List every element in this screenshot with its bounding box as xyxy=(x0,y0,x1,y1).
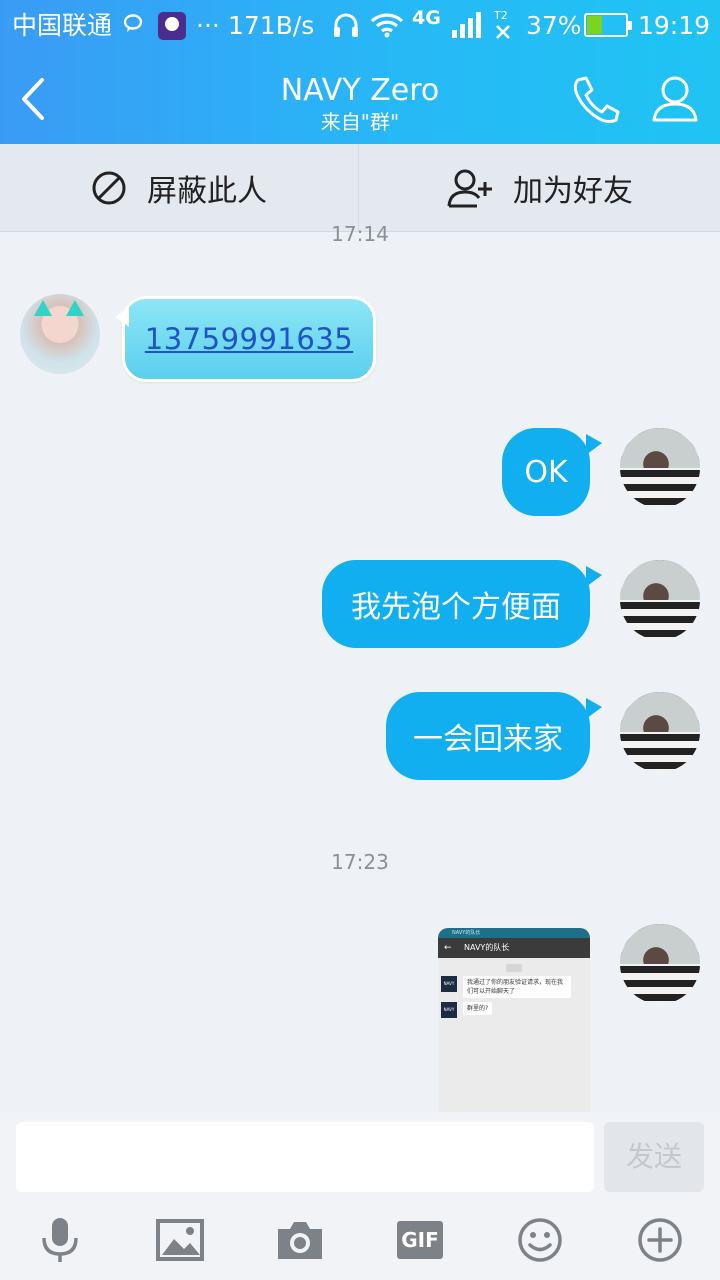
emoji-button[interactable] xyxy=(516,1216,564,1264)
headphones-icon xyxy=(332,12,360,48)
contact-avatar[interactable] xyxy=(20,294,100,374)
camera-button[interactable] xyxy=(276,1216,324,1264)
timestamp: 17:23 xyxy=(331,850,389,874)
gif-button[interactable]: GIF xyxy=(396,1216,444,1264)
my-avatar[interactable] xyxy=(620,692,700,772)
outgoing-message-bubble[interactable]: 我先泡个方便面 xyxy=(322,560,602,648)
back-chevron-icon xyxy=(22,78,44,120)
screenshot-avatar: NAVY xyxy=(441,976,457,992)
phone-number-link[interactable]: 13759991635 xyxy=(145,322,353,356)
contact-name: NAVY Zero xyxy=(280,73,440,108)
microphone-icon xyxy=(42,1218,78,1262)
screenshot-status-line: NAVY的队长 xyxy=(438,928,590,938)
no-signal-icon: T2 xyxy=(492,8,514,44)
screenshot-message-row: NAVY 我通过了你的朋友验证请求，现在我们可以开始聊天了 xyxy=(441,976,590,998)
screenshot-avatar: NAVY xyxy=(441,1002,457,1018)
gif-icon: GIF xyxy=(397,1221,443,1259)
composer: 发送 GIF xyxy=(0,1112,720,1280)
block-icon xyxy=(92,171,126,205)
outgoing-message-bubble[interactable]: 一会回来家 xyxy=(386,692,602,780)
status-bar: 中国联通 ··· 171B/s 4G T2 37% 19:19 xyxy=(0,0,720,52)
clock: 19:19 xyxy=(638,11,711,40)
call-button[interactable] xyxy=(568,74,622,124)
wifi-icon xyxy=(370,12,404,48)
screenshot-title: NAVY的队长 xyxy=(438,938,590,958)
message-text: 我先泡个方便面 xyxy=(351,590,561,625)
screenshot-time-chip xyxy=(506,964,522,972)
screenshot-message-row: NAVY 群里的? xyxy=(441,1002,590,1018)
battery-icon xyxy=(584,13,632,37)
battery-percent: 37% xyxy=(526,11,582,40)
emoji-icon xyxy=(518,1218,562,1262)
message-input[interactable] xyxy=(16,1122,594,1192)
message-text: 一会回来家 xyxy=(413,722,563,757)
svg-text:T2: T2 xyxy=(493,9,508,22)
more-button[interactable] xyxy=(636,1216,684,1264)
screenshot-message-text: 我通过了你的朋友验证请求，现在我们可以开始聊天了 xyxy=(463,976,571,998)
add-friend-icon xyxy=(447,169,492,208)
plus-icon xyxy=(638,1218,682,1262)
title-bar: NAVY Zero 来自"群" xyxy=(0,52,720,144)
my-avatar[interactable] xyxy=(620,560,700,640)
signal-icon xyxy=(448,12,482,48)
person-icon xyxy=(652,76,698,122)
contact-source: 来自"群" xyxy=(320,110,400,134)
incoming-message-bubble[interactable]: 13759991635 xyxy=(115,296,376,382)
network-speed: 171B/s xyxy=(228,11,315,40)
outgoing-message-bubble[interactable]: OK xyxy=(502,428,602,516)
voice-button[interactable] xyxy=(36,1216,84,1264)
my-avatar[interactable] xyxy=(620,428,700,508)
message-text: OK xyxy=(524,454,568,490)
top-bar: 中国联通 ··· 171B/s 4G T2 37% 19:19 NAVY Zer… xyxy=(0,0,720,144)
back-button[interactable] xyxy=(12,74,56,124)
profile-button[interactable] xyxy=(648,74,702,124)
network-type: 4G xyxy=(412,7,441,29)
image-icon xyxy=(156,1219,204,1261)
app-notification-icon xyxy=(158,12,186,40)
my-avatar[interactable] xyxy=(620,924,700,1004)
camera-icon xyxy=(278,1222,322,1259)
timestamp: 17:14 xyxy=(331,222,389,246)
image-message[interactable]: NAVY的队长 NAVY的队长 NAVY 我通过了你的朋友验证请求，现在我们可以… xyxy=(438,928,590,1120)
battery-fill xyxy=(587,16,602,34)
add-friend-label: 加为好友 xyxy=(513,174,633,209)
phone-icon xyxy=(573,76,620,124)
block-user-button[interactable]: 屏蔽此人 xyxy=(0,144,359,232)
contact-actions: 屏蔽此人 加为好友 xyxy=(0,144,720,232)
more-notifications-icon: ··· xyxy=(196,11,220,40)
photo-button[interactable] xyxy=(156,1216,204,1264)
send-button[interactable]: 发送 xyxy=(604,1122,704,1192)
add-friend-button[interactable]: 加为好友 xyxy=(360,144,720,232)
block-user-label: 屏蔽此人 xyxy=(147,174,267,209)
screenshot-message-text: 群里的? xyxy=(463,1002,493,1015)
carrier-label: 中国联通 xyxy=(12,11,113,40)
message-notification-icon xyxy=(122,8,144,44)
